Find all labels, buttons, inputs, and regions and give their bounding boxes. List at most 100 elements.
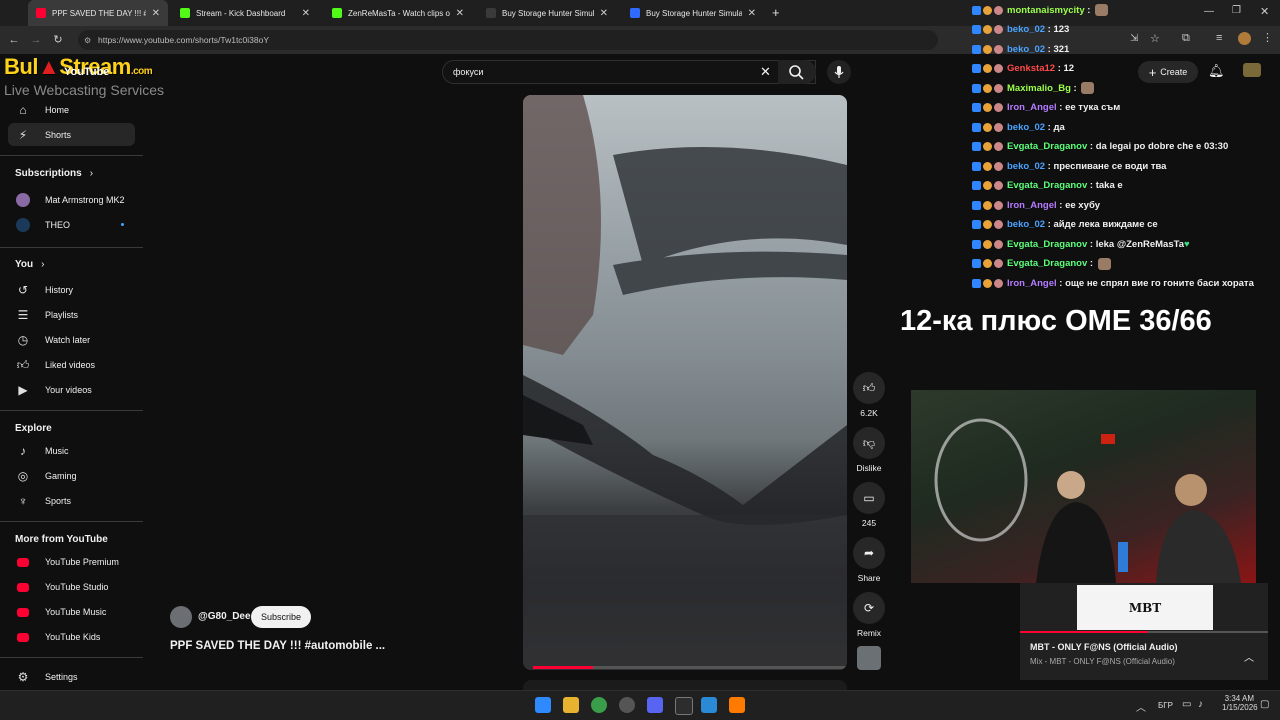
browser-menu-icon[interactable]: ⋮ — [1262, 31, 1273, 44]
sidebar-item[interactable]: ♆ Sports — [15, 490, 72, 512]
chat-username[interactable]: Iron_Angel — [1007, 278, 1057, 289]
sidebar-item[interactable]: ◎ Gaming — [15, 465, 77, 487]
close-tab-icon[interactable]: ✕ — [748, 8, 756, 19]
voice-search-button[interactable] — [827, 60, 851, 84]
chat-username[interactable]: Iron_Angel — [1007, 200, 1057, 211]
sidebar-item[interactable]: ⌂ Home — [15, 99, 69, 121]
chat-username[interactable]: beko_02 — [1007, 219, 1045, 230]
clear-search-icon[interactable]: ✕ — [760, 64, 771, 80]
bookmark-star-icon[interactable]: ☆ — [1150, 32, 1160, 45]
sidebar-section-title[interactable]: You › — [15, 259, 45, 270]
video-progress-track[interactable] — [533, 666, 847, 669]
comments-action[interactable]: ▭ 245 — [853, 482, 885, 528]
reload-icon[interactable]: ↻ — [50, 32, 66, 48]
chat-username[interactable]: Maximalio_Bg — [1007, 83, 1071, 94]
close-tab-icon[interactable]: ✕ — [600, 8, 608, 19]
sidebar-item[interactable]: ◷ Watch later — [15, 329, 90, 351]
mini-player[interactable]: MBT MBT - ONLY F@NS (Official Audio) Mix… — [1020, 583, 1268, 680]
minimize-icon[interactable]: — — [1204, 6, 1214, 17]
browser-tab[interactable]: PPF SAVED THE DAY !!! #au ✕ — [28, 0, 168, 26]
close-tab-icon[interactable]: ✕ — [456, 8, 464, 19]
like-action[interactable]: 👍︎ 6.2K — [853, 372, 885, 418]
close-tab-icon[interactable]: ✕ — [152, 8, 160, 19]
browser-tab[interactable]: Stream - Kick Dashboard ✕ — [172, 0, 318, 26]
url-field[interactable]: ⚙ https://www.youtube.com/shorts/Tw1tc0i… — [78, 30, 938, 50]
sidebar-item[interactable]: ☰ Playlists — [15, 304, 78, 326]
chat-username[interactable]: beko_02 — [1007, 44, 1045, 55]
sidebar-item[interactable]: ⚡ Shorts — [15, 124, 71, 146]
browser-tab[interactable]: Buy Storage Hunter Simulator C ✕ — [478, 0, 616, 26]
app-icon[interactable] — [701, 697, 717, 713]
short-title[interactable]: PPF SAVED THE DAY !!! #automobile ... — [170, 640, 385, 652]
chat-username[interactable]: beko_02 — [1007, 24, 1045, 35]
language-indicator[interactable]: БГР — [1158, 701, 1173, 710]
notifications-bell-icon[interactable]: 🔔︎ — [1208, 63, 1225, 79]
maximize-icon[interactable]: ❐ — [1232, 5, 1241, 16]
extensions-icon[interactable]: ⧉ — [1182, 32, 1190, 45]
chat-username[interactable]: Evgata_Draganov — [1007, 258, 1087, 269]
sidebar-item[interactable]: ↺ History — [15, 279, 73, 301]
file-explorer-icon[interactable] — [563, 697, 579, 713]
thumbs-up-icon[interactable]: 👍︎ — [853, 372, 885, 404]
chat-username[interactable]: montanaismycity — [1007, 5, 1085, 16]
sidebar-section-title[interactable]: Subscriptions › — [15, 168, 93, 179]
chat-username[interactable]: Iron_Angel — [1007, 102, 1057, 113]
sidebar-item[interactable]: 👍︎ Liked videos — [15, 354, 95, 376]
sidebar-item[interactable]: YouTube Premium — [15, 551, 119, 573]
subscribe-button[interactable]: Subscribe — [251, 606, 311, 628]
vlc-icon[interactable] — [729, 697, 745, 713]
chat-username[interactable]: Evgata_Draganov — [1007, 180, 1087, 191]
windows-start-icon[interactable] — [535, 697, 551, 713]
close-window-icon[interactable]: ✕ — [1260, 5, 1269, 18]
share-icon[interactable]: ➦ — [853, 537, 885, 569]
create-button[interactable]: + Create — [1138, 61, 1198, 83]
terminal-icon[interactable] — [675, 697, 693, 715]
dislike-action[interactable]: 👎︎ Dislike — [853, 427, 885, 473]
share-action[interactable]: ➦ Share — [853, 537, 885, 583]
chat-username[interactable]: Evgata_Draganov — [1007, 239, 1087, 250]
account-avatar[interactable] — [1243, 63, 1261, 77]
short-video-player[interactable] — [523, 95, 847, 670]
chat-username[interactable]: Evgata_Draganov — [1007, 141, 1087, 152]
search-button[interactable] — [778, 60, 816, 84]
notification-center-icon[interactable]: ▢ — [1260, 699, 1269, 710]
install-icon[interactable]: ⇲ — [1130, 33, 1138, 44]
chat-username[interactable]: Genksta12 — [1007, 63, 1055, 74]
profile-avatar[interactable] — [1238, 32, 1251, 45]
youtube-logo[interactable]: YouTube — [64, 66, 109, 78]
clock[interactable]: 3:34 AM 1/15/2026 — [1222, 694, 1258, 712]
mini-progress-track[interactable] — [1020, 631, 1268, 633]
network-icon[interactable]: ▭ — [1182, 699, 1191, 710]
browser-tab[interactable]: Buy Storage Hunter Simulator ✕ — [622, 0, 764, 26]
comment-icon[interactable]: ▭ — [853, 482, 885, 514]
volume-icon[interactable]: ♪ — [1198, 699, 1203, 710]
thumbs-down-icon[interactable]: 👎︎ — [853, 427, 885, 459]
remix-action[interactable]: ⟳ Remix — [853, 592, 885, 638]
back-icon[interactable]: ← — [6, 32, 22, 48]
browser-tab[interactable]: ZenReMasTa - Watch clips on K ✕ — [324, 0, 472, 26]
sidebar-item[interactable]: YouTube Studio — [15, 576, 108, 598]
sound-thumbnail[interactable] — [857, 646, 881, 670]
next-short-preview[interactable] — [523, 680, 847, 690]
close-tab-icon[interactable]: ✕ — [302, 8, 310, 19]
sidebar-item[interactable]: YouTube Kids — [15, 626, 100, 648]
discord-icon[interactable] — [647, 697, 663, 713]
sidebar-item[interactable]: Mat Armstrong MK2 — [15, 189, 125, 211]
chat-username[interactable]: beko_02 — [1007, 161, 1045, 172]
sidebar-item[interactable]: ♪ Music — [15, 440, 69, 462]
forward-icon[interactable]: → — [28, 32, 44, 48]
sidebar-item[interactable]: ▶ Your videos — [15, 379, 91, 401]
channel-name[interactable]: @G80_Dee — [198, 611, 251, 622]
sidebar-item[interactable]: THEO — [15, 214, 70, 236]
sidebar-item[interactable]: YouTube Music — [15, 601, 106, 623]
obs-icon[interactable] — [619, 697, 635, 713]
chrome-icon[interactable] — [591, 697, 607, 713]
expand-chevron-icon[interactable]: ︿ — [1244, 649, 1254, 664]
new-tab-button[interactable]: + — [772, 5, 780, 20]
chat-username[interactable]: beko_02 — [1007, 122, 1045, 133]
sidebar-item-settings[interactable]: ⚙ Settings — [15, 666, 78, 688]
media-icon[interactable]: ≡ — [1216, 32, 1222, 44]
site-info-icon[interactable]: ⚙ — [84, 36, 91, 45]
remix-icon[interactable]: ⟳ — [853, 592, 885, 624]
channel-avatar[interactable] — [170, 606, 192, 628]
